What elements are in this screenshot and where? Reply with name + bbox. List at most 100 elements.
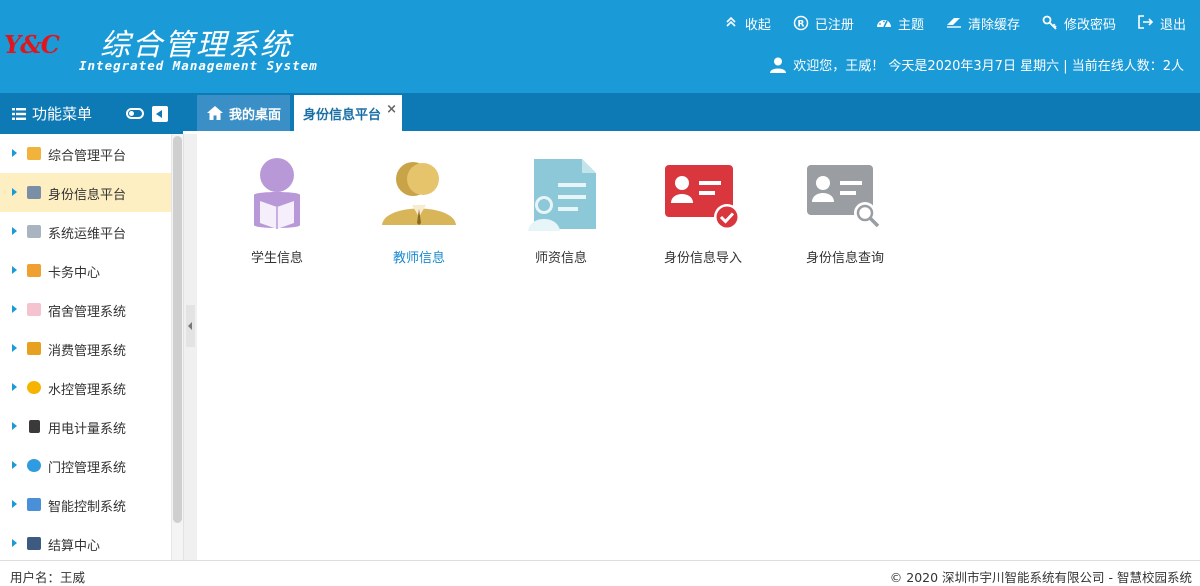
close-tab-button[interactable]: × bbox=[386, 102, 397, 117]
caret-right-icon bbox=[12, 422, 17, 430]
sidebar-item-consumption[interactable]: 消费管理系统 bbox=[0, 329, 171, 368]
gear-icon bbox=[27, 225, 41, 238]
card-icon bbox=[27, 264, 41, 277]
app-faculty-info[interactable]: 师资信息 bbox=[490, 157, 632, 266]
sidebar-item-operations[interactable]: 系统运维平台 bbox=[0, 212, 171, 251]
caret-right-icon bbox=[12, 539, 17, 547]
collapse-header-button[interactable]: 收起 bbox=[723, 14, 771, 33]
desktop-content: 学生信息 教师信息 师资信息 身份信息导入 身份信息查询 bbox=[197, 131, 1200, 560]
logout-button[interactable]: 退出 bbox=[1138, 14, 1186, 33]
control-icon bbox=[27, 498, 41, 511]
list-icon bbox=[12, 107, 26, 120]
toggle-switch[interactable] bbox=[126, 108, 144, 119]
splitter-collapse-handle[interactable] bbox=[186, 305, 195, 347]
theme-label: 主题 bbox=[897, 17, 924, 33]
door-icon bbox=[27, 459, 41, 472]
caret-right-icon bbox=[12, 500, 17, 508]
sidebar-item-comprehensive[interactable]: 综合管理平台 bbox=[0, 134, 171, 173]
sidebar-item-identity[interactable]: 身份信息平台 bbox=[0, 173, 171, 212]
registered-icon: R bbox=[793, 15, 809, 31]
sidebar-item-card-center[interactable]: 卡务中心 bbox=[0, 251, 171, 290]
caret-right-icon bbox=[12, 266, 17, 274]
sidebar-item-smart-control[interactable]: 智能控制系统 bbox=[0, 485, 171, 524]
caret-right-icon bbox=[12, 461, 17, 469]
company-logo: Y&C bbox=[4, 30, 60, 59]
app-teacher-info[interactable]: 教师信息 bbox=[348, 157, 490, 266]
change-password-label: 修改密码 bbox=[1063, 17, 1116, 33]
eraser-icon bbox=[946, 15, 962, 31]
caret-right-icon bbox=[12, 383, 17, 391]
sidebar-item-door[interactable]: 门控管理系统 bbox=[0, 446, 171, 485]
folder-icon bbox=[27, 147, 41, 160]
double-chevron-up-icon bbox=[723, 15, 739, 31]
caret-right-icon bbox=[12, 227, 17, 235]
user-icon bbox=[769, 56, 787, 74]
sidebar-title: 功能菜单 bbox=[32, 105, 93, 123]
sidebar-menu: 综合管理平台 身份信息平台 系统运维平台 卡务中心 宿舍管理系统 消费管理系统 … bbox=[0, 134, 172, 560]
app-label: 教师信息 bbox=[392, 251, 445, 266]
tab-label: 身份信息平台 bbox=[303, 107, 382, 123]
student-icon bbox=[254, 158, 300, 229]
tab-label: 我的桌面 bbox=[229, 107, 282, 123]
water-icon bbox=[27, 381, 41, 394]
tab-identity-platform[interactable]: 身份信息平台 × bbox=[294, 95, 402, 131]
splitter[interactable] bbox=[183, 134, 197, 560]
dashboard-icon bbox=[876, 15, 892, 31]
sidebar-item-label: 系统运维平台 bbox=[48, 227, 127, 242]
app-subtitle: Integrated Management System bbox=[79, 58, 318, 73]
sidebar-item-label: 消费管理系统 bbox=[48, 344, 127, 359]
app-id-search[interactable]: 身份信息查询 bbox=[774, 157, 916, 266]
scrollbar-thumb[interactable] bbox=[173, 136, 182, 523]
sidebar-item-label: 身份信息平台 bbox=[48, 188, 127, 203]
welcome-bar: 欢迎您，王威！ 今天是2020年3月7日 星期六 | 当前在线人数：2人 bbox=[769, 55, 1184, 74]
sidebar-item-label: 宿舍管理系统 bbox=[48, 305, 127, 320]
meter-icon bbox=[29, 420, 40, 433]
tab-my-desktop[interactable]: 我的桌面 bbox=[197, 95, 290, 131]
top-header: Y&C 综合管理系统 Integrated Management System … bbox=[0, 0, 1200, 93]
logout-icon bbox=[1138, 15, 1154, 31]
welcome-text: 欢迎您，王威！ 今天是2020年3月7日 星期六 | 当前在线人数：2人 bbox=[793, 59, 1184, 74]
key-icon bbox=[1042, 15, 1058, 31]
status-footer: 用户名：王威 © 2020 深圳市宇川智能系统有限公司 - 智慧校园系统 bbox=[0, 560, 1200, 586]
app-label: 学生信息 bbox=[250, 251, 303, 266]
logout-label: 退出 bbox=[1159, 17, 1186, 33]
id-search-icon bbox=[807, 165, 880, 228]
collapse-sidebar-button[interactable] bbox=[152, 106, 168, 122]
caret-right-icon bbox=[12, 344, 17, 352]
calculator-icon bbox=[27, 537, 41, 550]
sidebar-scrollbar[interactable] bbox=[172, 134, 183, 560]
wallet-icon bbox=[27, 342, 41, 355]
sidebar-item-label: 用电计量系统 bbox=[48, 422, 127, 437]
tab-bar: 我的桌面 身份信息平台 × bbox=[183, 93, 1200, 131]
sidebar-item-label: 卡务中心 bbox=[48, 266, 101, 281]
collapse-label: 收起 bbox=[744, 17, 771, 33]
header-actions: 收起 R 已注册 主题 清除缓存 修改密码 退出 bbox=[701, 14, 1186, 33]
sidebar-item-label: 结算中心 bbox=[48, 539, 101, 554]
app-id-import[interactable]: 身份信息导入 bbox=[632, 157, 774, 266]
svg-text:R: R bbox=[797, 20, 804, 30]
clear-cache-label: 清除缓存 bbox=[967, 17, 1020, 33]
app-label: 师资信息 bbox=[534, 251, 587, 266]
caret-right-icon bbox=[12, 305, 17, 313]
app-label: 身份信息导入 bbox=[663, 251, 742, 266]
home-icon bbox=[207, 106, 223, 120]
theme-button[interactable]: 主题 bbox=[876, 14, 924, 33]
app-student-info[interactable]: 学生信息 bbox=[206, 157, 348, 266]
footer-copyright: © 2020 深圳市宇川智能系统有限公司 - 智慧校园系统 bbox=[889, 570, 1192, 585]
footer-username: 用户名：王威 bbox=[10, 570, 86, 585]
sidebar-item-electricity[interactable]: 用电计量系统 bbox=[0, 407, 171, 446]
sidebar-item-water[interactable]: 水控管理系统 bbox=[0, 368, 171, 407]
sidebar-header: 功能菜单 bbox=[0, 93, 183, 134]
id-card-icon bbox=[27, 186, 41, 199]
sidebar-item-settlement[interactable]: 结算中心 bbox=[0, 524, 171, 560]
sidebar-item-dorm[interactable]: 宿舍管理系统 bbox=[0, 290, 171, 329]
id-import-icon bbox=[665, 165, 740, 230]
sidebar-item-label: 水控管理系统 bbox=[48, 383, 127, 398]
teacher-icon bbox=[382, 162, 456, 225]
change-password-button[interactable]: 修改密码 bbox=[1042, 14, 1116, 33]
registered-button[interactable]: R 已注册 bbox=[793, 14, 854, 33]
sidebar-item-label: 智能控制系统 bbox=[48, 500, 127, 515]
registered-label: 已注册 bbox=[814, 17, 854, 33]
dorm-icon bbox=[27, 303, 41, 316]
clear-cache-button[interactable]: 清除缓存 bbox=[946, 14, 1020, 33]
